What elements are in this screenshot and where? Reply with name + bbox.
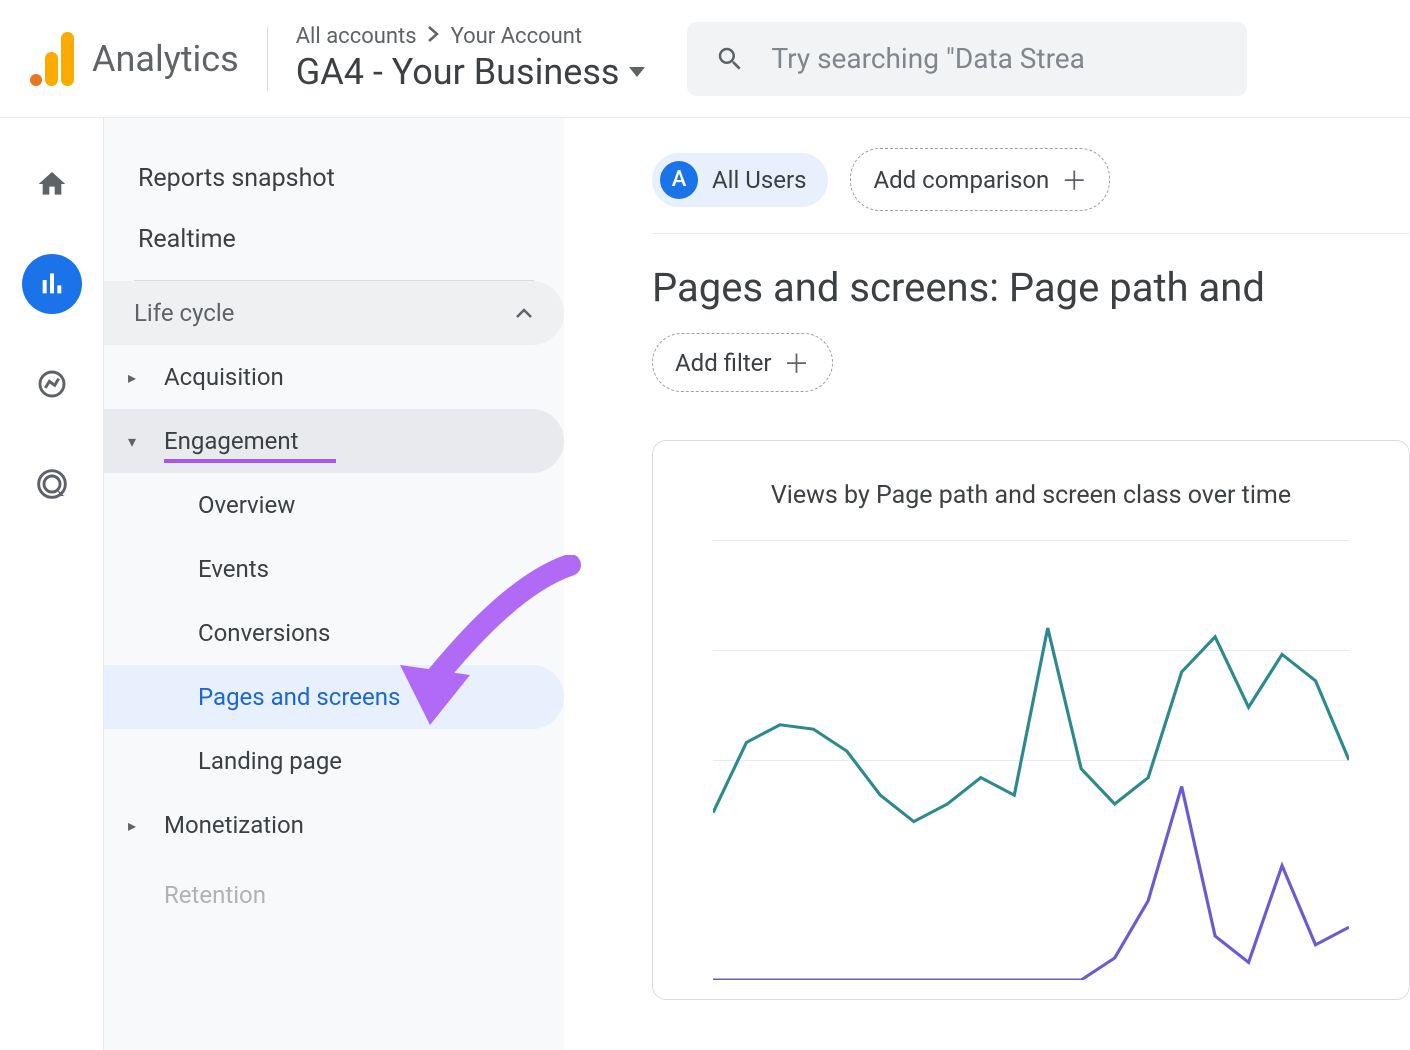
segment-all-users[interactable]: A All Users: [652, 153, 828, 207]
chart-area: [713, 540, 1349, 980]
sidebar-overview[interactable]: Overview: [104, 473, 564, 537]
arrow-down-icon: ▾: [128, 432, 146, 451]
sidebar-realtime[interactable]: Realtime: [104, 209, 564, 270]
plus-icon: ＋: [1061, 161, 1087, 198]
search-icon: [715, 44, 745, 74]
sidebar-engagement[interactable]: ▾ Engagement: [104, 409, 564, 473]
acquisition-label: Acquisition: [164, 363, 284, 391]
line-chart: [713, 540, 1349, 980]
explore-icon[interactable]: [22, 354, 82, 414]
add-comparison-label: Add comparison: [873, 166, 1049, 194]
analytics-logo-icon: [30, 32, 74, 86]
sidebar-reports-snapshot[interactable]: Reports snapshot: [104, 148, 564, 209]
chart-card: Views by Page path and screen class over…: [652, 440, 1410, 1000]
sidebar-monetization[interactable]: ▸ Monetization: [104, 793, 564, 857]
segment-row: A All Users Add comparison ＋: [652, 148, 1410, 234]
search-placeholder: Try searching "Data Strea: [771, 42, 1084, 75]
arrow-right-icon: ▸: [128, 368, 146, 387]
highlight-underline: [164, 459, 336, 463]
report-sidebar: Reports snapshot Realtime Life cycle ▸ A…: [104, 118, 564, 1050]
main-content: A All Users Add comparison ＋ Pages and s…: [564, 118, 1410, 1050]
segment-label: All Users: [712, 166, 806, 194]
plus-icon: ＋: [784, 344, 810, 381]
icon-rail: [0, 118, 104, 1050]
chevron-up-icon: [514, 299, 534, 327]
arrow-right-icon: ▸: [128, 816, 146, 835]
report-title: Pages and screens: Page path and: [652, 264, 1410, 311]
search-box[interactable]: Try searching "Data Strea: [687, 22, 1247, 96]
property-selector[interactable]: GA4 - Your Business: [296, 51, 646, 93]
monetization-label: Monetization: [164, 811, 304, 839]
segment-badge: A: [660, 161, 698, 199]
sidebar-retention[interactable]: Retention: [104, 863, 564, 927]
life-cycle-label: Life cycle: [134, 299, 234, 327]
logo-section: Analytics: [30, 32, 239, 86]
sidebar-acquisition[interactable]: ▸ Acquisition: [104, 345, 564, 409]
header-divider: [267, 27, 268, 91]
sidebar-landing-page[interactable]: Landing page: [104, 729, 564, 793]
chevron-right-icon: [427, 24, 441, 49]
app-header: Analytics All accounts Your Account GA4 …: [0, 0, 1410, 118]
sidebar-life-cycle[interactable]: Life cycle: [104, 281, 564, 345]
product-name: Analytics: [92, 38, 239, 80]
reports-icon[interactable]: [22, 254, 82, 314]
chart-title: Views by Page path and screen class over…: [713, 481, 1349, 510]
add-filter-label: Add filter: [675, 349, 772, 377]
property-name: GA4 - Your Business: [296, 51, 620, 93]
breadcrumb: All accounts Your Account: [296, 24, 646, 49]
add-filter-button[interactable]: Add filter ＋: [652, 333, 833, 392]
sidebar-conversions[interactable]: Conversions: [104, 601, 564, 665]
home-icon[interactable]: [22, 154, 82, 214]
sidebar-events[interactable]: Events: [104, 537, 564, 601]
breadcrumb-account: Your Account: [451, 24, 583, 49]
advertising-icon[interactable]: [22, 454, 82, 514]
sidebar-pages-screens[interactable]: Pages and screens: [104, 665, 564, 729]
add-comparison-button[interactable]: Add comparison ＋: [850, 148, 1110, 211]
retention-label: Retention: [164, 881, 266, 909]
breadcrumb-accounts: All accounts: [296, 24, 417, 49]
account-selector[interactable]: All accounts Your Account GA4 - Your Bus…: [296, 24, 646, 93]
engagement-label: Engagement: [164, 427, 299, 455]
dropdown-triangle-icon: [629, 67, 645, 77]
